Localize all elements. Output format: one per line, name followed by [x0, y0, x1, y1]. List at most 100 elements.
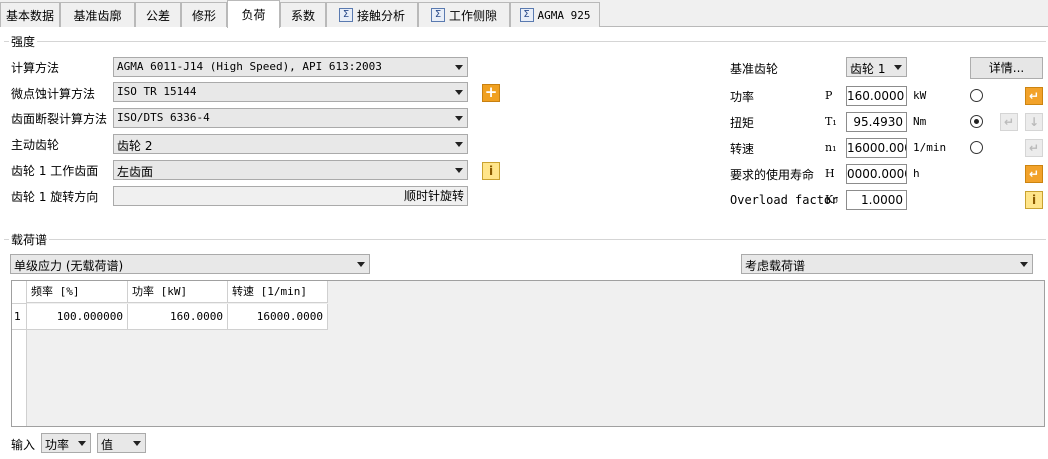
working-flank-label: 齿轮 1 工作齿面: [11, 164, 99, 178]
consider-spectrum-value: 考虑载荷谱: [745, 259, 806, 273]
ref-gear-value: 齿轮 1: [850, 62, 886, 76]
input-type-value: 值: [101, 438, 114, 452]
overload-input[interactable]: 1.0000: [846, 190, 907, 210]
info-icon[interactable]: i: [482, 162, 500, 180]
table-cell[interactable]: 160.0000: [128, 304, 228, 330]
tab-contact-analysis[interactable]: Σ 接触分析: [326, 2, 418, 27]
tab-agma-925[interactable]: Σ AGMA 925: [510, 2, 600, 27]
life-symbol: H: [825, 167, 835, 180]
tab-label: 系数: [290, 8, 315, 23]
consider-spectrum-select[interactable]: 考虑载荷谱: [741, 254, 1033, 274]
micropitting-value: ISO TR 15144: [117, 85, 197, 98]
life-unit: h: [913, 167, 920, 180]
chevron-down-icon: [455, 142, 463, 147]
info-icon[interactable]: i: [1025, 191, 1043, 209]
ref-gear-select[interactable]: 齿轮 1: [846, 57, 907, 77]
tab-operating-backlash[interactable]: Σ 工作侧隙: [418, 2, 510, 27]
speed-radio[interactable]: [970, 141, 983, 154]
tab-bar: 基本数据 基准齿廓 公差 修形 负荷 系数 Σ 接触分析 Σ 工作侧隙 Σ AGMA …: [0, 0, 1048, 28]
table-cell[interactable]: 16000.0000: [228, 304, 328, 330]
add-plus-icon[interactable]: +: [482, 84, 500, 102]
rotation-field: 顺时针旋转: [113, 186, 468, 206]
working-flank-value: 左齿面: [117, 165, 154, 179]
speed-unit: 1/min: [913, 141, 947, 154]
tab-reference-profile[interactable]: 基准齿廓: [60, 2, 135, 27]
tab-load[interactable]: 负荷: [227, 0, 280, 28]
tab-label: 基准齿廓: [73, 8, 122, 23]
calc-method-value: AGMA 6011-J14 (High Speed), API 613:2003: [117, 60, 382, 73]
input-label: 输入: [11, 438, 36, 452]
table-corner: [12, 281, 27, 304]
flank-fracture-select[interactable]: ISO/DTS 6336-4: [113, 108, 468, 128]
details-button[interactable]: 详情...: [970, 57, 1043, 79]
input-mode-value: 功率: [45, 438, 70, 452]
tab-label: 修形: [191, 8, 216, 23]
speed-symbol: n₁: [825, 141, 837, 154]
enter-arrow-icon[interactable]: ↵: [1000, 113, 1018, 131]
chevron-down-icon: [1020, 262, 1028, 267]
row-header-strip: [12, 330, 27, 426]
input-mode-select[interactable]: 功率: [41, 433, 91, 453]
column-header[interactable]: 频率 [%]: [27, 281, 128, 303]
chevron-down-icon: [357, 262, 365, 267]
life-input[interactable]: 0000.0000: [846, 164, 907, 184]
chevron-down-icon: [455, 90, 463, 95]
column-header[interactable]: 转速 [1/min]: [228, 281, 328, 303]
tab-label: 工作侧隙: [448, 8, 497, 23]
working-flank-select[interactable]: 左齿面: [113, 160, 468, 180]
spectrum-mode-value: 单级应力 (无载荷谱): [14, 259, 124, 273]
speed-input[interactable]: 16000.0000: [846, 138, 907, 158]
chevron-down-icon: [455, 168, 463, 173]
enter-arrow-icon[interactable]: ↵: [1025, 87, 1043, 105]
power-unit: kW: [913, 89, 927, 102]
spectrum-group-title: 载荷谱: [9, 231, 50, 248]
calc-method-select[interactable]: AGMA 6011-J14 (High Speed), API 613:2003: [113, 57, 468, 77]
load-spectrum-table[interactable]: 频率 [%] 功率 [kW] 转速 [1/min] 1 100.000000 1…: [11, 280, 1045, 427]
tab-basic-data[interactable]: 基本数据: [0, 2, 60, 27]
chevron-down-icon: [455, 65, 463, 70]
chevron-down-icon: [78, 441, 86, 446]
life-label: 要求的使用寿命: [730, 168, 815, 182]
driving-gear-value: 齿轮 2: [117, 139, 153, 153]
chevron-down-icon: [455, 116, 463, 121]
spectrum-mode-select[interactable]: 单级应力 (无载荷谱): [10, 254, 370, 274]
torque-symbol: T₁: [825, 115, 837, 128]
chevron-down-icon: [133, 441, 141, 446]
tab-tolerances[interactable]: 公差: [135, 2, 181, 27]
sigma-icon: Σ: [430, 8, 445, 22]
speed-label: 转速: [730, 142, 755, 156]
down-arrow-icon[interactable]: ↓: [1025, 113, 1043, 131]
enter-arrow-icon[interactable]: ↵: [1025, 165, 1043, 183]
micropitting-select[interactable]: ISO TR 15144: [113, 82, 468, 102]
input-type-select[interactable]: 值: [97, 433, 146, 453]
tab-factors[interactable]: 系数: [280, 2, 326, 27]
tab-modifications[interactable]: 修形: [181, 2, 227, 27]
power-input[interactable]: 160.0000: [846, 86, 907, 106]
sigma-icon: Σ: [338, 8, 353, 22]
strength-group-title: 强度: [9, 33, 38, 50]
enter-arrow-icon[interactable]: ↵: [1025, 139, 1043, 157]
sigma-icon: Σ: [519, 8, 534, 22]
column-header[interactable]: 功率 [kW]: [128, 281, 228, 303]
micropitting-label: 微点蚀计算方法: [11, 87, 96, 101]
power-symbol: P: [825, 89, 833, 102]
flank-fracture-value: ISO/DTS 6336-4: [117, 111, 210, 124]
tab-label: 基本数据: [5, 8, 54, 23]
flank-fracture-label: 齿面断裂计算方法: [11, 112, 108, 126]
power-label: 功率: [730, 90, 755, 104]
torque-unit: Nm: [913, 115, 927, 128]
row-number: 1: [12, 304, 27, 330]
torque-radio[interactable]: [970, 115, 983, 128]
overload-symbol: K₀: [825, 193, 838, 206]
table-cell[interactable]: 100.000000: [27, 304, 128, 330]
tab-label: 接触分析: [356, 8, 405, 23]
tab-label: 公差: [145, 8, 170, 23]
torque-input[interactable]: 95.4930: [846, 112, 907, 132]
group-divider: [4, 239, 1046, 240]
rotation-label: 齿轮 1 旋转方向: [11, 190, 99, 204]
power-radio[interactable]: [970, 89, 983, 102]
tab-label: AGMA 925: [537, 8, 591, 22]
calc-method-label: 计算方法: [11, 61, 60, 75]
overload-label: Overload factor: [730, 193, 839, 207]
driving-gear-select[interactable]: 齿轮 2: [113, 134, 468, 154]
